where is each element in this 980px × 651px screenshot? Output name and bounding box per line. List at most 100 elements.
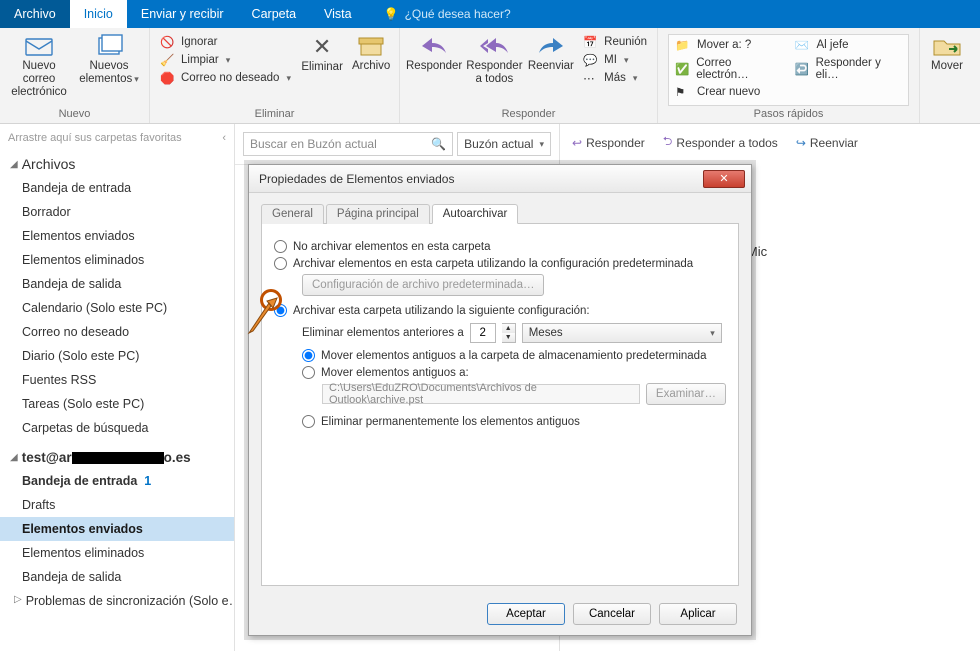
reply-all-button[interactable]: Responder a todos — [466, 30, 522, 86]
folder-drafts[interactable]: Borrador — [0, 200, 234, 224]
delete-x-icon: ✕ — [313, 34, 331, 59]
opt-custom-settings-radio[interactable] — [274, 304, 287, 317]
account-folder-outbox[interactable]: Bandeja de salida — [0, 565, 234, 589]
opt-move-default-folder[interactable]: Mover elementos antiguos a la carpeta de… — [302, 349, 726, 362]
tab-folder[interactable]: Carpeta — [238, 0, 310, 28]
default-archive-settings-button[interactable]: Configuración de archivo predeterminada… — [302, 274, 544, 296]
folder-inbox[interactable]: Bandeja de entrada — [0, 176, 234, 200]
dialog-ok-button[interactable]: Aceptar — [487, 603, 565, 625]
tell-me-box[interactable]: 💡 ¿Qué desea hacer? — [366, 0, 511, 28]
opt-move-default-radio[interactable] — [302, 349, 315, 362]
account-folder-sync-issues[interactable]: ▷ Problemas de sincronización (Solo e… — [0, 589, 234, 613]
opt-perm-delete[interactable]: Eliminar permanentemente los elementos a… — [302, 415, 726, 428]
more-respond-button[interactable]: ⋯Más▾ — [579, 70, 651, 86]
reply-all-icon: ⮌ — [663, 132, 673, 153]
account-folder-deleted[interactable]: Elementos eliminados — [0, 541, 234, 565]
delete-button[interactable]: ✕ Eliminar — [299, 30, 345, 75]
opt-no-archive-radio[interactable] — [274, 240, 287, 253]
folder-outbox[interactable]: Bandeja de salida — [0, 272, 234, 296]
reading-forward-button[interactable]: ↪Reenviar — [796, 132, 858, 153]
search-scope-dropdown[interactable]: Buzón actual▾ — [457, 132, 551, 156]
folder-rss[interactable]: Fuentes RSS — [0, 368, 234, 392]
dialog-titlebar[interactable]: Propiedades de Elementos enviados ✕ — [249, 165, 751, 193]
meeting-button[interactable]: 📅Reunión — [579, 34, 651, 50]
sidebar-account-header[interactable]: ◢ test@aro.es — [0, 440, 234, 469]
cleanup-button[interactable]: 🧹Limpiar▾ — [156, 52, 295, 68]
folder-journal[interactable]: Diario (Solo este PC) — [0, 344, 234, 368]
junk-button[interactable]: 🛑Correo no deseado▾ — [156, 70, 295, 86]
opt-default-settings-radio[interactable] — [274, 257, 287, 270]
archive-path-field[interactable]: C:\Users\EduZRO\Documents\Archivos de Ou… — [322, 384, 640, 404]
reply-button[interactable]: Responder — [406, 30, 462, 73]
to-boss-icon: ✉️ — [795, 38, 811, 52]
tab-view[interactable]: Vista — [310, 0, 366, 28]
clean-older-value[interactable] — [470, 323, 496, 343]
tab-file[interactable]: Archivo — [0, 0, 70, 28]
envelope-icon — [23, 34, 55, 58]
tab-send-receive[interactable]: Enviar y recibir — [127, 0, 238, 28]
quickstep-email-mgr[interactable]: ✅Correo electrón… — [675, 57, 783, 81]
dialog-apply-button[interactable]: Aplicar — [659, 603, 737, 625]
ribbon-group-quick-steps: 📁Mover a: ? ✉️Al jefe ✅Correo electrón… … — [658, 28, 920, 123]
chevron-left-icon[interactable]: ‹ — [222, 132, 226, 144]
ignore-icon: 🚫 — [160, 35, 176, 49]
clean-older-spinner[interactable]: ▲▼ — [502, 323, 516, 343]
opt-move-to-path[interactable]: Mover elementos antiguos a: — [302, 366, 726, 379]
sidebar-data-file-header[interactable]: ◢ Archivos — [0, 148, 234, 176]
folder-deleted[interactable]: Elementos eliminados — [0, 248, 234, 272]
quickstep-reply-delete[interactable]: ↩️Responder y eli… — [795, 57, 903, 81]
forward-icon: ↪ — [796, 136, 806, 150]
new-items-button[interactable]: Nuevos elementos▾ — [76, 30, 142, 86]
reply-delete-icon: ↩️ — [795, 62, 810, 76]
folder-tasks[interactable]: Tareas (Solo este PC) — [0, 392, 234, 416]
quickstep-to-boss[interactable]: ✉️Al jefe — [795, 38, 903, 52]
im-button[interactable]: 💬MI▾ — [579, 52, 651, 68]
ribbon-group-new-label: Nuevo — [6, 106, 143, 123]
account-folder-drafts[interactable]: Drafts — [0, 493, 234, 517]
folder-search[interactable]: Carpetas de búsqueda — [0, 416, 234, 440]
folder-arrow-icon — [931, 34, 963, 58]
folder-junk[interactable]: Correo no deseado — [0, 320, 234, 344]
ribbon-group-delete: 🚫Ignorar 🧹Limpiar▾ 🛑Correo no deseado▾ ✕… — [150, 28, 400, 123]
quickstep-move-to[interactable]: 📁Mover a: ? — [675, 38, 783, 52]
ignore-button[interactable]: 🚫Ignorar — [156, 34, 295, 50]
new-mail-button[interactable]: Nuevo correo electrónico — [6, 30, 72, 100]
caret-down-icon: ◢ — [10, 452, 18, 463]
account-folder-sent[interactable]: Elementos enviados — [0, 517, 234, 541]
search-input[interactable]: Buscar en Buzón actual 🔍 — [243, 132, 453, 156]
reading-reply-button[interactable]: ↩Responder — [572, 132, 645, 153]
archive-box-icon — [355, 34, 387, 58]
dialog-close-button[interactable]: ✕ — [703, 170, 745, 188]
move-button[interactable]: Mover — [926, 30, 968, 73]
opt-move-to-radio[interactable] — [302, 366, 315, 379]
dialog-tab-homepage[interactable]: Página principal — [326, 204, 430, 224]
browse-button[interactable]: Examinar… — [646, 383, 726, 405]
ribbon-group-new: Nuevo correo electrónico Nuevos elemento… — [0, 28, 150, 123]
dialog-tab-general[interactable]: General — [261, 204, 324, 224]
dialog-cancel-button[interactable]: Cancelar — [573, 603, 651, 625]
junk-icon: 🛑 — [160, 71, 176, 85]
dialog-tabs: General Página principal Autoarchivar — [261, 203, 739, 224]
forward-button[interactable]: Reenviar — [527, 30, 576, 73]
ribbon-tabs: Archivo Inicio Enviar y recibir Carpeta … — [0, 0, 980, 28]
spin-down-icon[interactable]: ▼ — [502, 333, 515, 342]
reply-icon — [418, 34, 450, 58]
quickstep-create-new[interactable]: ⚑Crear nuevo — [675, 85, 783, 99]
opt-default-settings[interactable]: Archivar elementos en esta carpeta utili… — [274, 257, 726, 270]
tab-home[interactable]: Inicio — [70, 0, 127, 28]
clean-older-unit-dropdown[interactable]: Meses▾ — [522, 323, 722, 343]
caret-right-icon: ▷ — [14, 594, 22, 608]
folder-calendar[interactable]: Calendario (Solo este PC) — [0, 296, 234, 320]
spin-up-icon[interactable]: ▲ — [502, 324, 515, 333]
opt-no-archive[interactable]: No archivar elementos en esta carpeta — [274, 240, 726, 253]
reading-reply-all-button[interactable]: ⮌Responder a todos — [663, 132, 778, 153]
account-folder-inbox[interactable]: Bandeja de entrada 1 — [0, 469, 234, 493]
im-icon: 💬 — [583, 53, 599, 67]
folder-sent[interactable]: Elementos enviados — [0, 224, 234, 248]
new-items-label: Nuevos elementos▾ — [76, 60, 142, 86]
ribbon-group-quicksteps-label: Pasos rápidos — [664, 106, 913, 123]
archive-button[interactable]: Archivo — [349, 30, 393, 73]
dialog-tab-autoarchive[interactable]: Autoarchivar — [432, 204, 519, 224]
opt-perm-delete-radio[interactable] — [302, 415, 315, 428]
opt-custom-settings[interactable]: Archivar esta carpeta utilizando la sigu… — [274, 304, 726, 317]
